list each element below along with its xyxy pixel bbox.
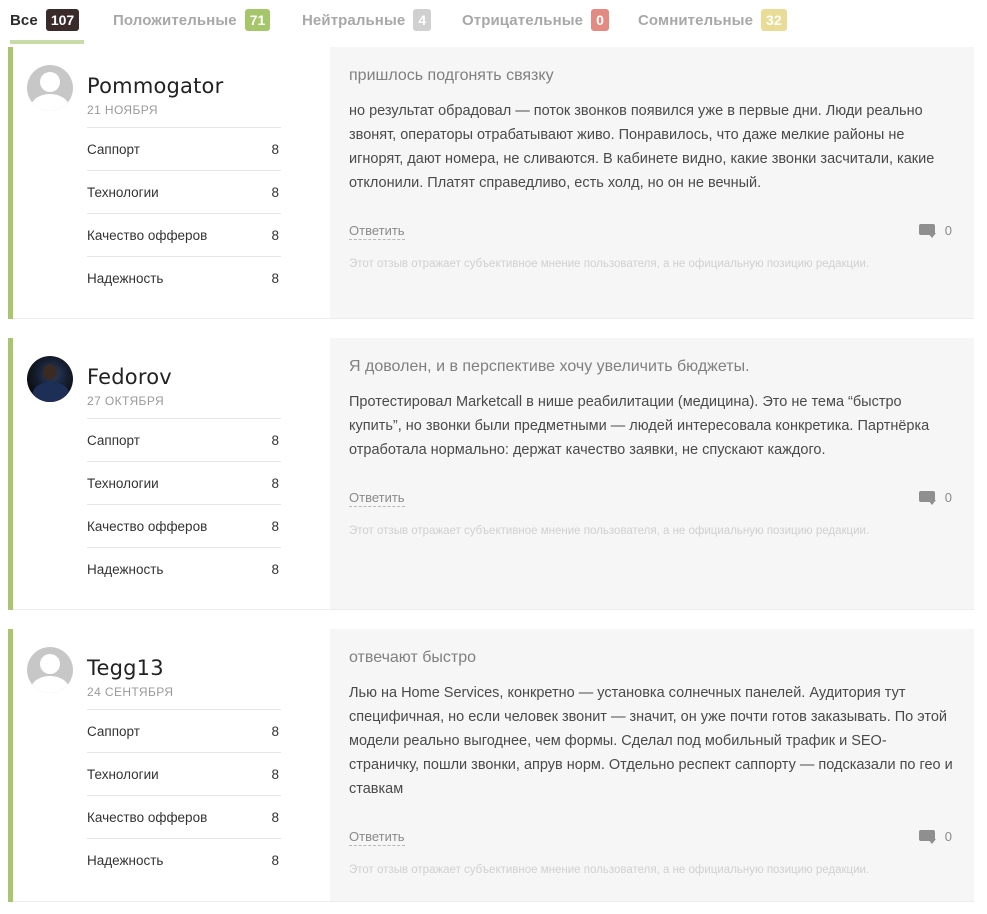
rating-row: Технологии 8 <box>87 461 281 504</box>
rating-row: Саппорт 8 <box>87 418 281 461</box>
tab-label: Нейтральные <box>302 11 406 29</box>
rating-row: Надежность 8 <box>87 547 281 590</box>
rating-row: Качество офферов 8 <box>87 504 281 547</box>
rating-value: 8 <box>271 475 279 491</box>
comment-icon <box>918 830 936 844</box>
rating-value: 8 <box>271 561 279 577</box>
user-avatar <box>27 356 73 402</box>
rating-row: Технологии 8 <box>87 170 281 213</box>
rating-row: Саппорт 8 <box>87 127 281 170</box>
comment-icon <box>918 491 936 505</box>
rating-row: Качество офферов 8 <box>87 795 281 838</box>
review-disclaimer: Этот отзыв отражает субъективное мнение … <box>349 258 870 270</box>
comments-counter[interactable]: 0 <box>918 223 952 238</box>
divider <box>13 901 974 902</box>
rating-row: Надежность 8 <box>87 256 281 299</box>
review-title: Я доволен, и в перспективе хочу увеличит… <box>349 358 750 375</box>
rating-value: 8 <box>271 270 279 286</box>
review-disclaimer: Этот отзыв отражает субъективное мнение … <box>349 525 870 537</box>
comment-icon <box>918 224 936 238</box>
rating-row: Надежность 8 <box>87 838 281 881</box>
review-title: пришлось подгонять связку <box>349 67 554 84</box>
tab-count-badge: 32 <box>761 9 787 31</box>
review-card: Tegg13 24 СЕНТЯБРЯ Саппорт 8 Технологии 8 … <box>8 629 974 902</box>
rating-value: 8 <box>271 184 279 200</box>
reply-link[interactable]: Ответить <box>349 829 405 846</box>
rating-row: Саппорт 8 <box>87 709 281 752</box>
rating-label: Надежность <box>87 561 164 577</box>
divider <box>13 609 974 610</box>
review-date: 21 НОЯБРЯ <box>87 103 158 117</box>
tab-count-badge: 107 <box>45 9 80 31</box>
ratings-list: Саппорт 8 Технологии 8 Качество офферов 8 Н… <box>87 709 281 881</box>
rating-label: Саппорт <box>87 141 140 157</box>
rating-row: Качество офферов 8 <box>87 213 281 256</box>
rating-label: Технологии <box>87 475 159 491</box>
rating-label: Качество офферов <box>87 518 208 534</box>
tab-label: Положительные <box>113 11 237 29</box>
ratings-list: Саппорт 8 Технологии 8 Качество офферов 8 Н… <box>87 127 281 299</box>
rating-label: Надежность <box>87 270 164 286</box>
author-name[interactable]: Tegg13 <box>87 656 164 680</box>
review-body-panel: Я доволен, и в перспективе хочу увеличит… <box>330 338 974 609</box>
review-author-panel: Fedorov 27 ОКТЯБРЯ Саппорт 8 Технологии 8 … <box>13 338 329 609</box>
comments-counter[interactable]: 0 <box>918 829 952 844</box>
review-card: Fedorov 27 ОКТЯБРЯ Саппорт 8 Технологии 8 … <box>8 338 974 610</box>
rating-label: Технологии <box>87 184 159 200</box>
rating-row: Технологии 8 <box>87 752 281 795</box>
tab-neutral[interactable]: Нейтральные 4 <box>302 8 432 32</box>
tab-count-badge: 0 <box>591 9 609 31</box>
tab-label: Все <box>10 11 38 29</box>
comment-count: 0 <box>944 829 952 844</box>
author-name[interactable]: Pommogator <box>87 74 223 98</box>
review-body-panel: отвечают быстро Лью на Home Services, ко… <box>330 629 974 901</box>
reply-link[interactable]: Ответить <box>349 490 405 507</box>
review-disclaimer: Этот отзыв отражает субъективное мнение … <box>349 864 870 876</box>
review-text: Лью на Home Services, конкретно — устано… <box>349 685 953 797</box>
default-user-icon <box>27 65 73 111</box>
tab-doubtful[interactable]: Сомнительные 32 <box>638 8 787 32</box>
review-author-panel: Pommogator 21 НОЯБРЯ Саппорт 8 Технологии… <box>13 47 329 318</box>
comments-counter[interactable]: 0 <box>918 490 952 505</box>
divider <box>13 318 974 319</box>
review-body-panel: пришлось подгонять связку но результат о… <box>330 47 974 318</box>
review-card: Pommogator 21 НОЯБРЯ Саппорт 8 Технологии… <box>8 47 974 319</box>
rating-value: 8 <box>271 852 279 868</box>
tab-count-badge: 71 <box>244 9 271 31</box>
ratings-list: Саппорт 8 Технологии 8 Качество офферов 8 Н… <box>87 418 281 590</box>
rating-value: 8 <box>271 766 279 782</box>
review-date: 24 СЕНТЯБРЯ <box>87 685 174 699</box>
rating-value: 8 <box>271 518 279 534</box>
review-text: Протестировал Marketcall в нише реабилит… <box>349 394 930 458</box>
tab-label: Сомнительные <box>638 11 754 29</box>
review-title: отвечают быстро <box>349 649 477 666</box>
rating-label: Саппорт <box>87 432 140 448</box>
comment-count: 0 <box>944 223 952 238</box>
rating-value: 8 <box>271 141 279 157</box>
rating-value: 8 <box>271 723 279 739</box>
default-user-icon <box>27 647 73 693</box>
rating-label: Саппорт <box>87 723 140 739</box>
tab-label: Отрицательные <box>462 11 584 29</box>
tab-positive[interactable]: Положительные 71 <box>113 8 271 32</box>
rating-label: Качество офферов <box>87 809 208 825</box>
review-filter-tabs: Все 107 Положительные 71 Нейтральные 4 О… <box>0 0 987 44</box>
review-text: но результат обрадовал — поток звонков п… <box>349 103 935 191</box>
review-date: 27 ОКТЯБРЯ <box>87 394 165 408</box>
rating-value: 8 <box>271 809 279 825</box>
review-author-panel: Tegg13 24 СЕНТЯБРЯ Саппорт 8 Технологии 8 … <box>13 629 329 901</box>
tab-negative[interactable]: Отрицательные 0 <box>462 8 609 32</box>
reply-link[interactable]: Ответить <box>349 223 405 240</box>
tab-count-badge: 4 <box>413 9 432 31</box>
rating-value: 8 <box>271 432 279 448</box>
rating-label: Качество офферов <box>87 227 208 243</box>
active-tab-indicator <box>10 40 84 44</box>
rating-label: Надежность <box>87 852 164 868</box>
comment-count: 0 <box>944 490 952 505</box>
rating-label: Технологии <box>87 766 159 782</box>
rating-value: 8 <box>271 227 279 243</box>
author-name[interactable]: Fedorov <box>87 365 172 389</box>
tab-all[interactable]: Все 107 <box>10 8 80 32</box>
